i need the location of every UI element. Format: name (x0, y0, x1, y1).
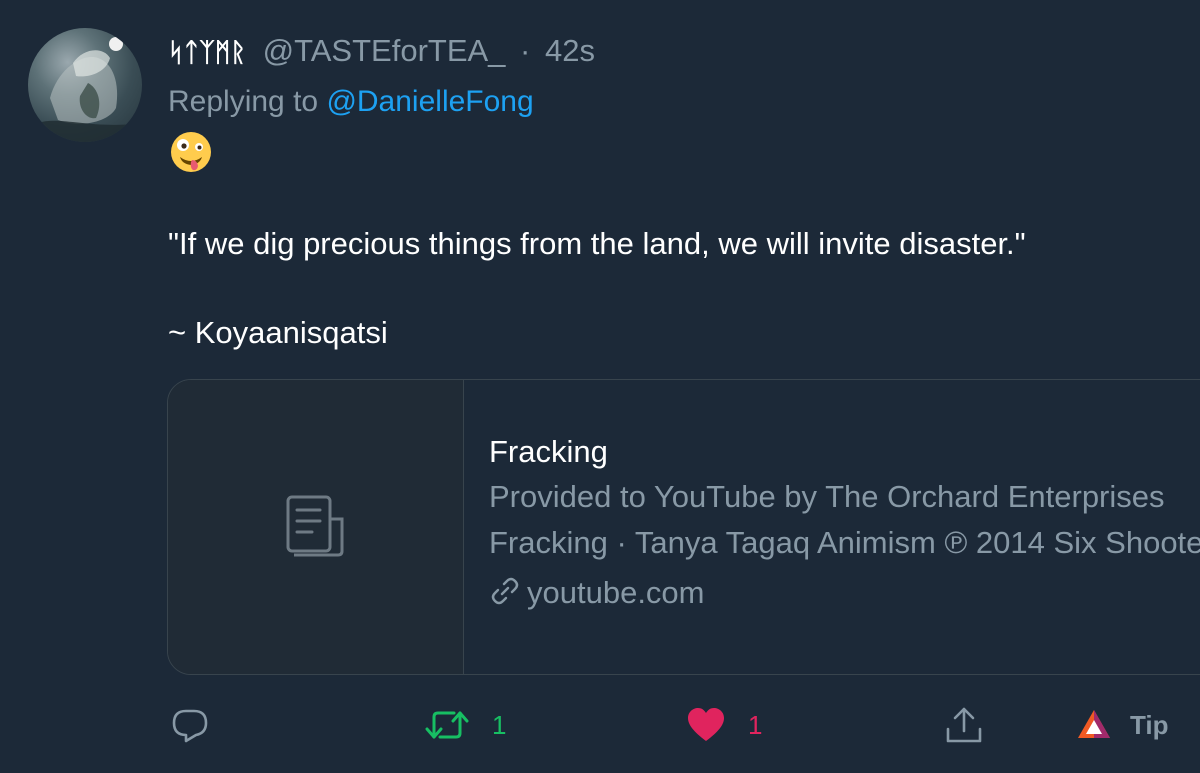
retweet-button[interactable]: 1 (424, 700, 506, 750)
card-description-line2: Fracking · Tanya Tagaq Animism ℗ 2014 Si… (489, 525, 1200, 560)
heart-icon (688, 708, 724, 741)
like-count: 1 (748, 709, 763, 740)
tweet-header: ᛋᛏᛉᛗᚱ @TASTEforTEA_ · 42s (168, 30, 595, 74)
separator-dot: · (520, 33, 531, 68)
zany-face-emoji (171, 132, 211, 172)
tweet-text: "If we dig precious things from the land… (168, 226, 1026, 261)
avatar-image (38, 37, 132, 142)
reply-icon (172, 709, 208, 743)
share-button[interactable] (944, 700, 984, 750)
link-icon (491, 577, 519, 605)
retweet-count: 1 (492, 709, 507, 740)
link-preview-card[interactable]: Fracking Provided to YouTube by The Orch… (167, 379, 1200, 675)
card-info: Fracking Provided to YouTube by The Orch… (489, 430, 1200, 616)
user-handle[interactable]: @TASTEforTEA_ (263, 33, 506, 68)
tweet-attribution: ~ Koyaanisqatsi (168, 315, 388, 350)
display-name[interactable]: ᛋᛏᛉᛗᚱ (168, 38, 246, 68)
retweet-icon (425, 711, 469, 739)
card-domain: youtube.com (489, 570, 1200, 616)
avatar[interactable] (28, 28, 142, 142)
like-button[interactable]: 1 (686, 700, 762, 750)
card-description-line1: Provided to YouTube by The Orchard Enter… (489, 479, 1165, 514)
action-bar: 1 1 Tip (0, 700, 1200, 750)
brave-tip-icon (1078, 710, 1110, 738)
card-title: Fracking (489, 434, 608, 469)
tip-label: Tip (1130, 709, 1169, 740)
card-domain-text: youtube.com (527, 575, 705, 610)
share-icon (946, 707, 982, 743)
tip-button[interactable]: Tip (1076, 700, 1169, 750)
timestamp[interactable]: 42s (545, 33, 595, 68)
replying-to-mention[interactable]: @DanielleFong (326, 85, 533, 118)
reply-button[interactable] (170, 700, 232, 750)
replying-prefix: Replying to (168, 85, 319, 118)
replying-to-line: Replying to @DanielleFong (168, 82, 534, 122)
document-icon (286, 495, 344, 557)
tweet: ᛋᛏᛉᛗᚱ @TASTEforTEA_ · 42s Replying to @D… (0, 0, 1200, 773)
card-thumbnail (168, 380, 464, 674)
